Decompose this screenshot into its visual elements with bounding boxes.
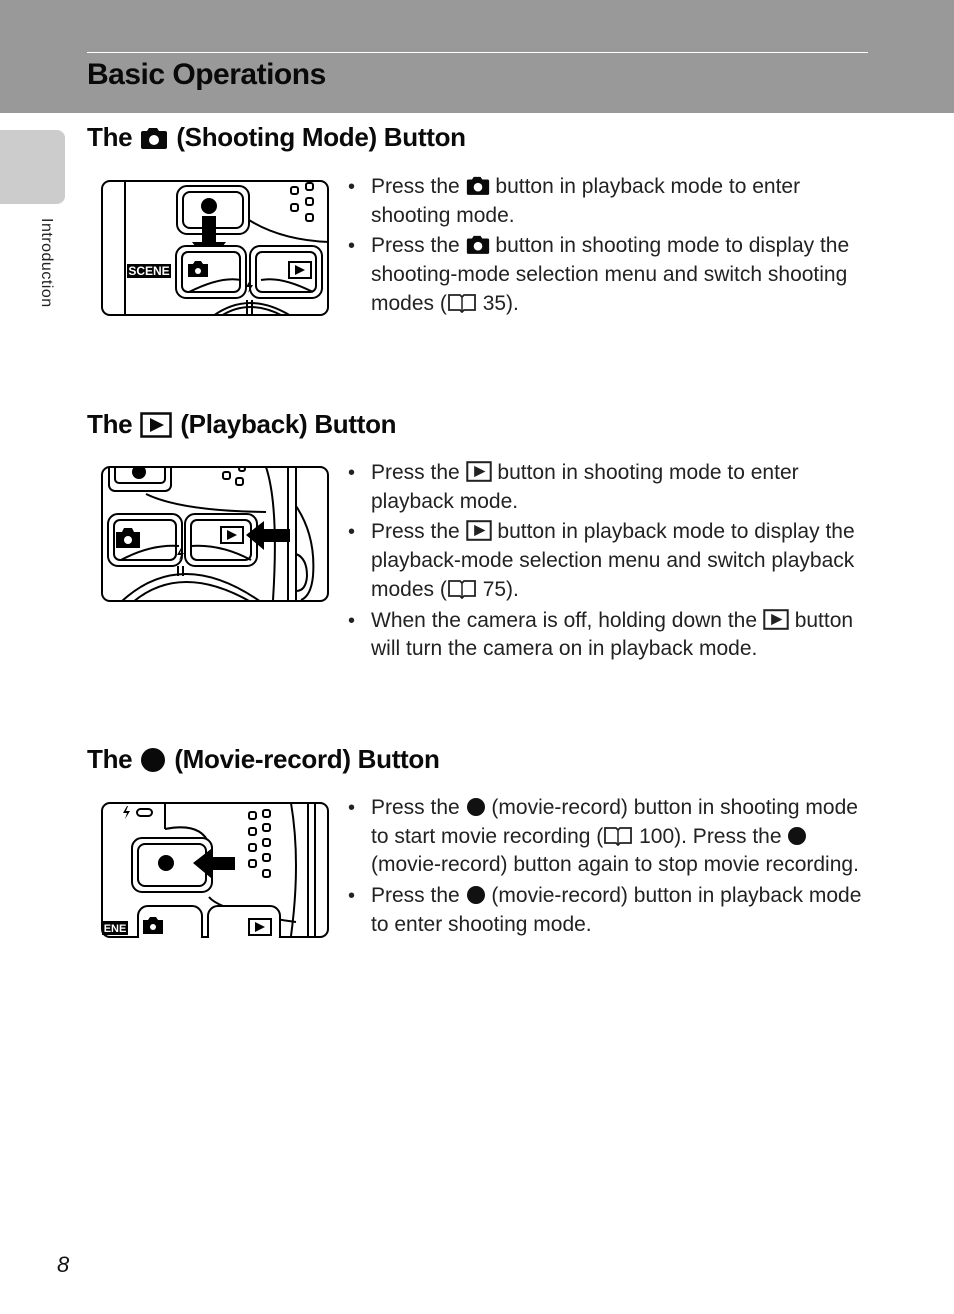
movie-record-illustration: ENE <box>101 802 329 938</box>
text: 35). <box>482 291 519 315</box>
list-item: Press the button in shooting mode to dis… <box>348 232 878 318</box>
record-dot-icon <box>788 826 807 845</box>
text: Press the <box>371 175 460 198</box>
header-rule <box>87 52 868 53</box>
text: Press the <box>371 520 460 544</box>
page-title: Basic Operations <box>87 58 326 91</box>
text: (movie-record) button again to stop movi… <box>371 853 859 877</box>
text: Press the <box>371 884 460 908</box>
shooting-mode-bullets: Press the button in playback mode to ent… <box>348 173 878 321</box>
section-title-suffix: (Shooting Mode) Button <box>176 122 466 152</box>
play-icon <box>140 411 173 438</box>
record-dot-icon <box>466 886 485 905</box>
text: When the camera is off, holding down the <box>371 608 758 632</box>
play-icon <box>763 608 789 630</box>
record-dot-icon <box>466 798 485 816</box>
list-item: Press the button in shooting mode to ent… <box>348 459 878 516</box>
text: Press the <box>371 234 460 258</box>
svg-text:ENE: ENE <box>104 923 127 935</box>
list-item: Press the button in playback mode to dis… <box>348 518 878 604</box>
playback-illustration <box>101 466 329 602</box>
section-title-prefix: The <box>87 122 133 152</box>
list-item: Press the button in playback mode to ent… <box>348 173 878 230</box>
page-number: 8 <box>57 1252 70 1277</box>
section-title-suffix: (Movie-record) Button <box>174 744 440 774</box>
text: Press the <box>371 461 460 484</box>
record-dot-icon <box>158 855 174 871</box>
book-icon <box>447 579 476 599</box>
list-item: When the camera is off, holding down the… <box>348 607 878 664</box>
playback-bullets: Press the button in shooting mode to ent… <box>348 459 878 666</box>
record-dot-icon <box>201 198 217 214</box>
camera-icon <box>466 236 489 255</box>
section-title-movie-record: The (Movie-record) Button <box>87 744 440 775</box>
play-icon <box>465 520 492 542</box>
svg-text:SCENE: SCENE <box>128 264 169 278</box>
section-title-suffix: (Playback) Button <box>180 409 397 439</box>
record-dot-icon <box>141 747 166 772</box>
play-icon <box>465 461 492 482</box>
section-title-prefix: The <box>87 409 133 439</box>
camera-icon <box>466 176 489 195</box>
movie-record-bullets: Press the (movie-record) button in shoot… <box>348 794 878 942</box>
section-title-shooting-mode: The (Shooting Mode) Button <box>87 122 466 153</box>
section-title-playback: The (Playback) Button <box>87 409 397 440</box>
book-icon <box>604 826 633 846</box>
shooting-mode-illustration: SCENE <box>101 180 329 316</box>
text: Press the <box>371 796 460 819</box>
chapter-tab <box>0 130 65 204</box>
camera-icon <box>141 127 168 149</box>
list-item: Press the (movie-record) button in playb… <box>348 882 878 939</box>
text: 100). Press the <box>639 824 782 848</box>
section-title-prefix: The <box>87 744 133 774</box>
list-item: Press the (movie-record) button in shoot… <box>348 794 878 880</box>
text: 75). <box>482 577 519 601</box>
chapter-tab-label: Introduction <box>38 218 55 308</box>
chapter-header: Basic Operations <box>0 0 954 113</box>
book-icon <box>447 293 476 313</box>
